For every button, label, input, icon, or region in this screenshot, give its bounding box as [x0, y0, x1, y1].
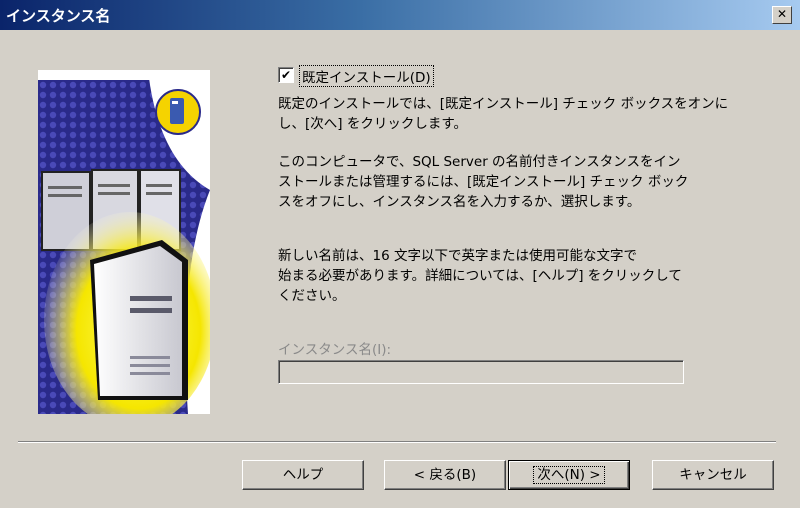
server-illustration — [38, 70, 210, 414]
title-bar: インスタンス名 ✕ — [0, 0, 800, 30]
cancel-button-label: キャンセル — [679, 467, 747, 483]
help-button-label: ヘルプ — [282, 467, 324, 483]
instance-name-label: インスタンス名(I): — [278, 342, 392, 358]
info-text-1: 既定のインストールでは、[既定インストール] チェック ボックスをオンに し、[… — [278, 96, 729, 132]
window-title: インスタンス名 — [6, 7, 111, 25]
default-install-label[interactable]: 既定インストール(D) — [299, 65, 434, 87]
info-text-3: 新しい名前は、16 文字以下で英字または使用可能な文字で 始まる必要があります。… — [278, 248, 682, 304]
default-install-checkbox[interactable]: ✔ — [278, 67, 294, 83]
back-button-label: < 戻る(B) — [413, 467, 477, 483]
next-button-label: 次へ(N) > — [533, 466, 605, 484]
cancel-button[interactable]: キャンセル — [652, 460, 774, 490]
help-button[interactable]: ヘルプ — [242, 460, 364, 490]
front-server — [90, 240, 188, 400]
info-text-2: このコンピュータで、SQL Server の名前付きインスタンスをイン ストール… — [278, 154, 689, 210]
separator — [18, 441, 776, 443]
instance-name-input[interactable] — [278, 360, 684, 384]
next-button[interactable]: 次へ(N) > — [508, 460, 630, 490]
check-icon: ✔ — [280, 68, 292, 82]
close-icon: ✕ — [776, 7, 788, 21]
close-button[interactable]: ✕ — [772, 6, 792, 24]
back-button[interactable]: < 戻る(B) — [384, 460, 506, 490]
